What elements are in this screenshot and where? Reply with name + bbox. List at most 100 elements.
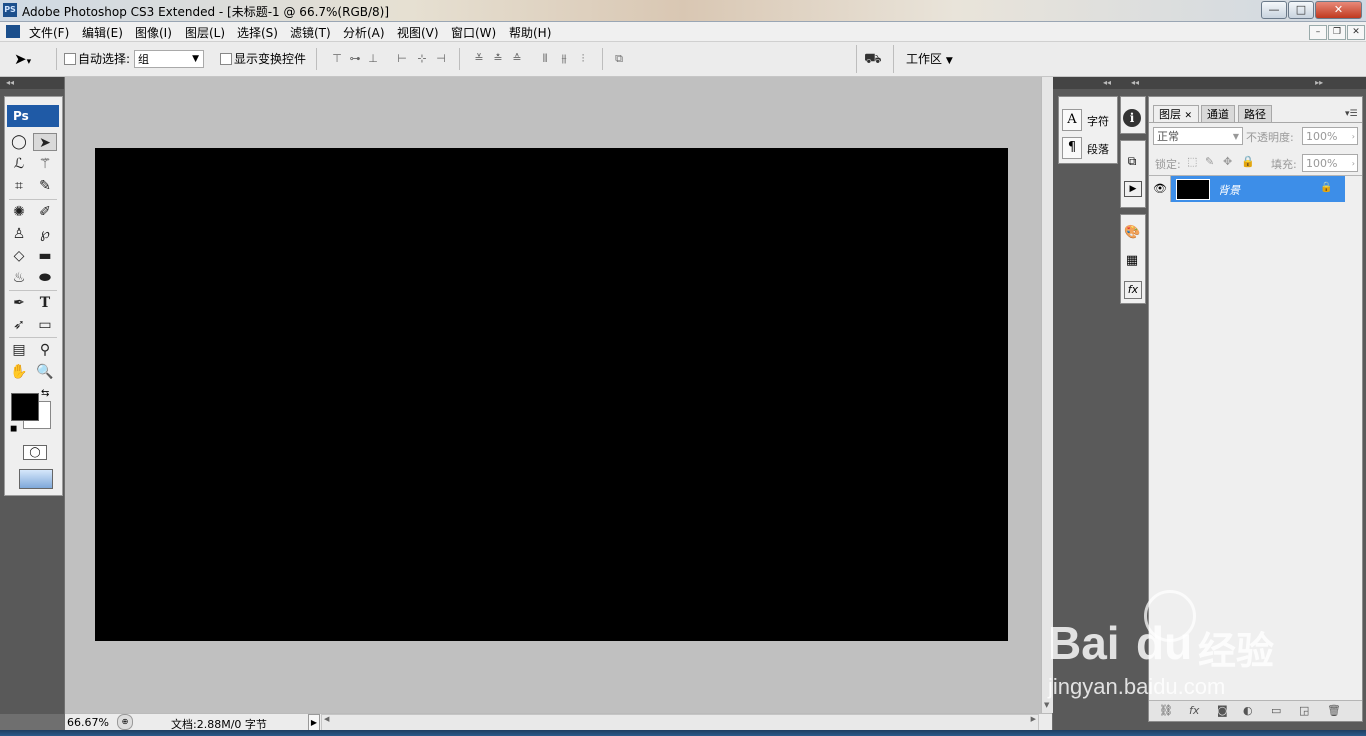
layer-name[interactable]: 背景	[1218, 182, 1240, 198]
doc-close-button[interactable]: ✕	[1347, 25, 1365, 40]
align-top-icon[interactable]: ⊤	[330, 53, 344, 65]
fill-input[interactable]: 100% ›	[1302, 154, 1358, 172]
collapse-arrows-icon[interactable]: ◂◂	[1131, 78, 1139, 87]
move-tool-icon[interactable]: ➤	[33, 133, 57, 151]
align-left-icon[interactable]: ⊢	[395, 53, 409, 65]
move-tool-preset-icon[interactable]: ➤▾	[14, 50, 31, 68]
status-menu-arrow-icon[interactable]: ▶	[308, 714, 320, 731]
history-icon[interactable]: ⧉	[1124, 153, 1140, 169]
lock-position-icon[interactable]: ✥	[1223, 155, 1232, 168]
auto-select-dropdown[interactable]: 组 ▼	[134, 50, 204, 68]
scroll-left-arrow-icon[interactable]: ◀	[324, 715, 329, 723]
layer-visibility-eye-icon[interactable]: 👁	[1150, 176, 1171, 202]
quick-mask-icon[interactable]: ◯	[23, 445, 47, 460]
menu-window[interactable]: 窗口(W)	[451, 24, 496, 41]
maximize-button[interactable]: □	[1288, 1, 1314, 19]
notes-tool-icon[interactable]: ▤	[9, 341, 29, 359]
collapse-arrows-icon[interactable]: ◂◂	[0, 77, 64, 89]
type-tool-icon[interactable]: T	[35, 294, 55, 312]
close-button[interactable]: ✕	[1315, 1, 1362, 19]
magic-wand-icon[interactable]: ⚚	[35, 155, 55, 173]
lasso-tool-icon[interactable]: ℒ	[9, 155, 29, 173]
opacity-input[interactable]: 100% ›	[1302, 127, 1358, 145]
eraser-tool-icon[interactable]: ◇	[9, 247, 29, 265]
gradient-tool-icon[interactable]: ▬	[35, 247, 55, 265]
eyedropper-icon[interactable]: ⚲	[35, 341, 55, 359]
menu-filter[interactable]: 滤镜(T)	[290, 24, 331, 41]
styles-fx-icon[interactable]: fx	[1124, 281, 1142, 299]
menu-file[interactable]: 文件(F)	[29, 24, 69, 41]
menu-edit[interactable]: 编辑(E)	[82, 24, 123, 41]
document-canvas[interactable]	[95, 148, 1008, 641]
horizontal-scrollbar[interactable]: ◀ ▶	[321, 714, 1039, 731]
color-palette-icon[interactable]: 🎨	[1124, 225, 1140, 241]
show-transform-checkbox[interactable]	[220, 53, 232, 65]
distribute-top-icon[interactable]: ≚	[472, 53, 486, 65]
tab-paths[interactable]: 路径	[1238, 105, 1272, 122]
align-bottom-icon[interactable]: ⊥	[366, 53, 380, 65]
distribute-vcenter-icon[interactable]: ≛	[491, 53, 505, 65]
hand-tool-icon[interactable]: ✋	[9, 363, 29, 381]
document-icon[interactable]	[6, 25, 20, 38]
dodge-tool-icon[interactable]: ⬬	[35, 269, 55, 287]
auto-select-checkbox[interactable]	[64, 53, 76, 65]
blur-tool-icon[interactable]: ♨	[9, 269, 29, 287]
menu-layer[interactable]: 图层(L)	[185, 24, 225, 41]
lock-image-icon[interactable]: ✎	[1205, 155, 1214, 168]
blend-mode-dropdown[interactable]: 正常 ▼	[1153, 127, 1243, 145]
collapse-arrows-icon[interactable]: ◂◂	[1103, 78, 1111, 87]
distribute-hcenter-icon[interactable]: ⫵	[557, 53, 571, 65]
distribute-bottom-icon[interactable]: ≙	[510, 53, 524, 65]
history-brush-icon[interactable]: ℘	[35, 225, 55, 243]
actions-icon[interactable]: ▶	[1124, 181, 1142, 197]
paragraph-icon[interactable]: ¶	[1062, 137, 1082, 159]
menu-help[interactable]: 帮助(H)	[509, 24, 551, 41]
shape-tool-icon[interactable]: ▭	[35, 316, 55, 334]
align-vcenter-icon[interactable]: ⊶	[348, 53, 362, 65]
default-colors-icon[interactable]: ◼	[10, 424, 17, 434]
brush-tool-icon[interactable]: ✐	[35, 203, 55, 221]
distribute-right-icon[interactable]: ⫶	[576, 53, 590, 65]
swap-colors-icon[interactable]: ⇆	[41, 388, 49, 399]
zoom-level[interactable]: 66.67%	[67, 716, 109, 729]
zoom-tool-icon[interactable]: 🔍	[35, 363, 55, 381]
path-select-icon[interactable]: ➶	[9, 316, 29, 334]
screen-mode-icon[interactable]	[19, 469, 53, 489]
layer-row-background[interactable]: 👁 背景 🔒	[1150, 176, 1345, 202]
menu-view[interactable]: 视图(V)	[397, 24, 439, 41]
doc-minimize-button[interactable]: –	[1309, 25, 1327, 40]
expand-arrows-icon[interactable]: ▸▸	[1315, 78, 1323, 87]
paragraph-panel-label[interactable]: 段落	[1087, 141, 1109, 157]
panel-menu-icon[interactable]: ▾☰	[1345, 109, 1358, 119]
pen-tool-icon[interactable]: ✒	[9, 294, 29, 312]
info-icon[interactable]: i	[1123, 109, 1141, 127]
distribute-left-icon[interactable]: ⫴	[538, 53, 552, 65]
menu-image[interactable]: 图像(I)	[135, 24, 172, 41]
character-panel-label[interactable]: 字符	[1087, 113, 1109, 129]
healing-brush-icon[interactable]: ✺	[9, 203, 29, 221]
baidu-watermark: Bai du 经验 jingyan.baidu.com	[1048, 590, 1358, 710]
foreground-color-swatch[interactable]	[11, 393, 39, 421]
close-icon[interactable]: ✕	[1185, 111, 1193, 121]
workspace-button[interactable]: 工作区 ▼	[906, 50, 953, 67]
slice-tool-icon[interactable]: ✎	[35, 177, 55, 195]
scroll-right-arrow-icon[interactable]: ▶	[1031, 715, 1036, 723]
lock-transparent-icon[interactable]: ⬚	[1187, 155, 1197, 168]
minimize-button[interactable]: —	[1261, 1, 1287, 19]
auto-align-icon[interactable]: ⧉	[612, 53, 626, 65]
doc-restore-button[interactable]: ❐	[1328, 25, 1346, 40]
tab-layers[interactable]: 图层 ✕	[1153, 105, 1199, 122]
align-hcenter-icon[interactable]: ⊹	[415, 53, 429, 65]
menu-analysis[interactable]: 分析(A)	[343, 24, 385, 41]
align-right-icon[interactable]: ⊣	[434, 53, 448, 65]
clone-stamp-icon[interactable]: ♙	[9, 225, 29, 243]
character-icon[interactable]: A	[1062, 109, 1082, 131]
tab-channels[interactable]: 通道	[1201, 105, 1235, 122]
bridge-icon[interactable]: ⛟	[864, 51, 882, 69]
lock-all-icon[interactable]: 🔒	[1241, 155, 1255, 168]
swatches-icon[interactable]: ▦	[1124, 253, 1140, 269]
menu-select[interactable]: 选择(S)	[237, 24, 278, 41]
windows-taskbar[interactable]	[0, 730, 1366, 736]
crop-tool-icon[interactable]: ⌗	[9, 177, 29, 195]
marquee-tool-icon[interactable]: ◯	[9, 133, 29, 151]
